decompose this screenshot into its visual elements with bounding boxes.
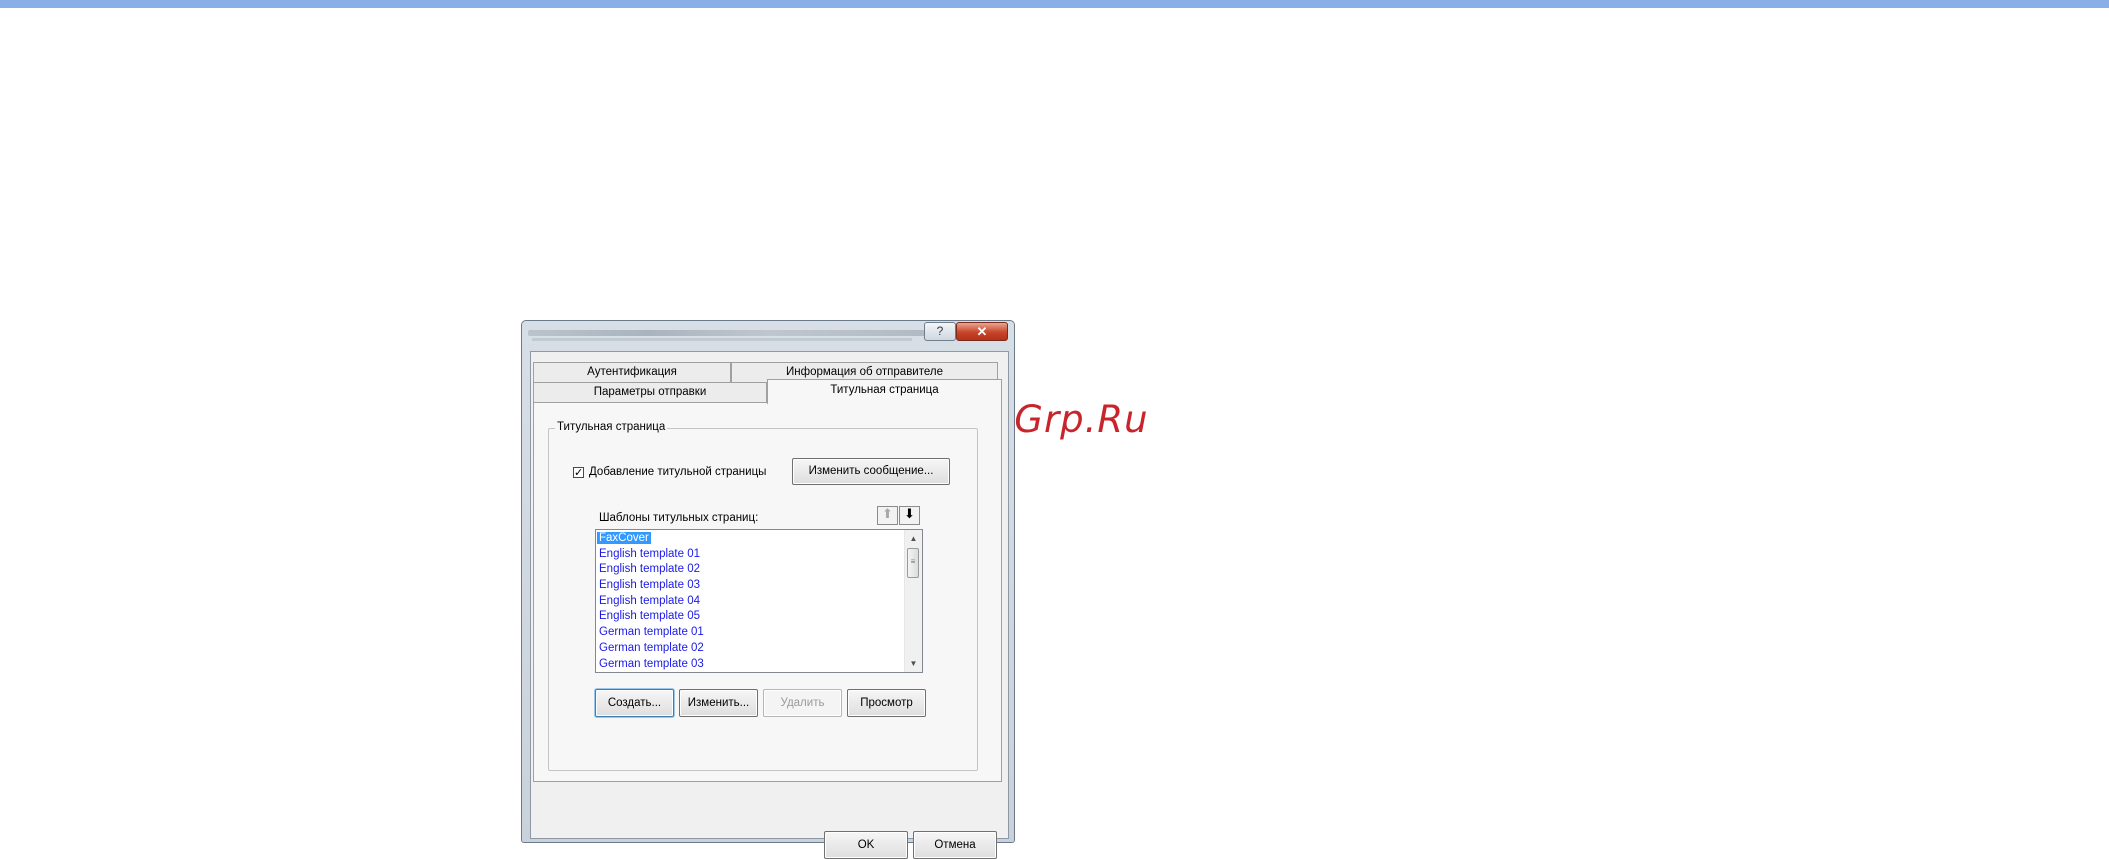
- blurred-title-shadow: [532, 338, 912, 341]
- check-icon: ✓: [574, 465, 584, 479]
- scroll-down-icon[interactable]: ▼: [905, 655, 922, 672]
- list-item[interactable]: English template 03: [597, 578, 905, 594]
- list-item[interactable]: English template 04: [597, 594, 905, 610]
- templates-label: Шаблоны титульных страниц:: [599, 512, 759, 524]
- blurred-title: [528, 330, 928, 336]
- scroll-up-icon[interactable]: ▲: [905, 530, 922, 547]
- move-up-button[interactable]: ⬆: [877, 506, 898, 525]
- cover-page-dialog: ? ✕ Аутентификация Информация об отправи…: [521, 320, 1015, 859]
- arrow-down-icon: ⬇: [904, 507, 915, 522]
- cancel-button[interactable]: Отмена: [913, 831, 997, 859]
- change-button[interactable]: Изменить...: [679, 689, 758, 717]
- button-label: Просмотр: [860, 697, 913, 709]
- help-button[interactable]: ?: [924, 322, 956, 341]
- button-label: Отмена: [934, 839, 976, 851]
- ok-button[interactable]: OK: [824, 831, 908, 859]
- list-item[interactable]: German template 01: [597, 625, 905, 641]
- create-button[interactable]: Создать...: [595, 689, 674, 717]
- list-item[interactable]: English template 02: [597, 562, 905, 578]
- list-item-label: English template 02: [599, 563, 701, 576]
- tab-authentication[interactable]: Аутентификация: [533, 362, 731, 382]
- edit-message-button[interactable]: Изменить сообщение...: [792, 458, 950, 485]
- list-scrollbar[interactable]: ▲ ≡ ▼: [904, 530, 922, 672]
- tab-label: Аутентификация: [587, 366, 677, 378]
- list-item[interactable]: English template 01: [597, 547, 905, 563]
- list-item[interactable]: FaxCover: [597, 531, 905, 547]
- list-item-label: FaxCover: [597, 532, 651, 544]
- add-cover-checkbox[interactable]: ✓: [573, 465, 584, 479]
- list-item-label: German template 03: [599, 657, 704, 670]
- list-item[interactable]: German template 02: [597, 641, 905, 657]
- templates-listbox[interactable]: FaxCover English template 01 English tem…: [595, 529, 923, 673]
- arrow-up-icon: ⬆: [882, 507, 893, 522]
- group-title: Титульная страница: [555, 421, 668, 433]
- list-item-label: English template 03: [599, 579, 701, 592]
- add-cover-option[interactable]: ✓ Добавление титульной страницы: [573, 464, 766, 480]
- list-item-label: German template 01: [599, 626, 704, 639]
- scroll-thumb[interactable]: ≡: [907, 548, 919, 578]
- templates-list: FaxCover English template 01 English tem…: [597, 531, 905, 672]
- help-icon: ?: [936, 324, 944, 338]
- dialog-titlebar[interactable]: ? ✕: [522, 321, 1014, 349]
- tab-label: Титульная страница: [830, 384, 939, 396]
- button-label: Создать...: [607, 697, 662, 709]
- list-item-label: English template 04: [599, 594, 701, 607]
- close-button[interactable]: ✕: [956, 322, 1008, 341]
- tab-cover-page[interactable]: Титульная страница: [767, 379, 1002, 404]
- list-item[interactable]: German template 03: [597, 657, 905, 673]
- list-item-label: English template 01: [599, 547, 701, 560]
- dialog-client-area: Аутентификация Информация об отправителе…: [530, 351, 1009, 859]
- cover-page-groupbox: Титульная страница ✓ Добавление титульно…: [548, 421, 978, 771]
- add-cover-label[interactable]: Добавление титульной страницы: [589, 466, 766, 478]
- delete-button[interactable]: Удалить: [763, 689, 842, 717]
- button-label: Изменить сообщение...: [808, 465, 934, 477]
- list-item-label: English template 05: [599, 610, 701, 623]
- preview-button[interactable]: Просмотр: [847, 689, 926, 717]
- list-item-label: German template 02: [599, 641, 704, 654]
- tab-label: Параметры отправки: [593, 386, 707, 398]
- button-label: Изменить...: [687, 697, 750, 709]
- cover-page-tab-panel: Титульная страница ✓ Добавление титульно…: [533, 402, 1002, 782]
- tab-send-settings[interactable]: Параметры отправки: [533, 382, 767, 402]
- move-down-button[interactable]: ⬇: [899, 506, 920, 525]
- list-item[interactable]: English template 05: [597, 609, 905, 625]
- button-label: Удалить: [780, 697, 825, 709]
- top-accent-bar: [0, 0, 2109, 8]
- close-icon: ✕: [976, 324, 988, 339]
- button-label: OK: [857, 839, 875, 851]
